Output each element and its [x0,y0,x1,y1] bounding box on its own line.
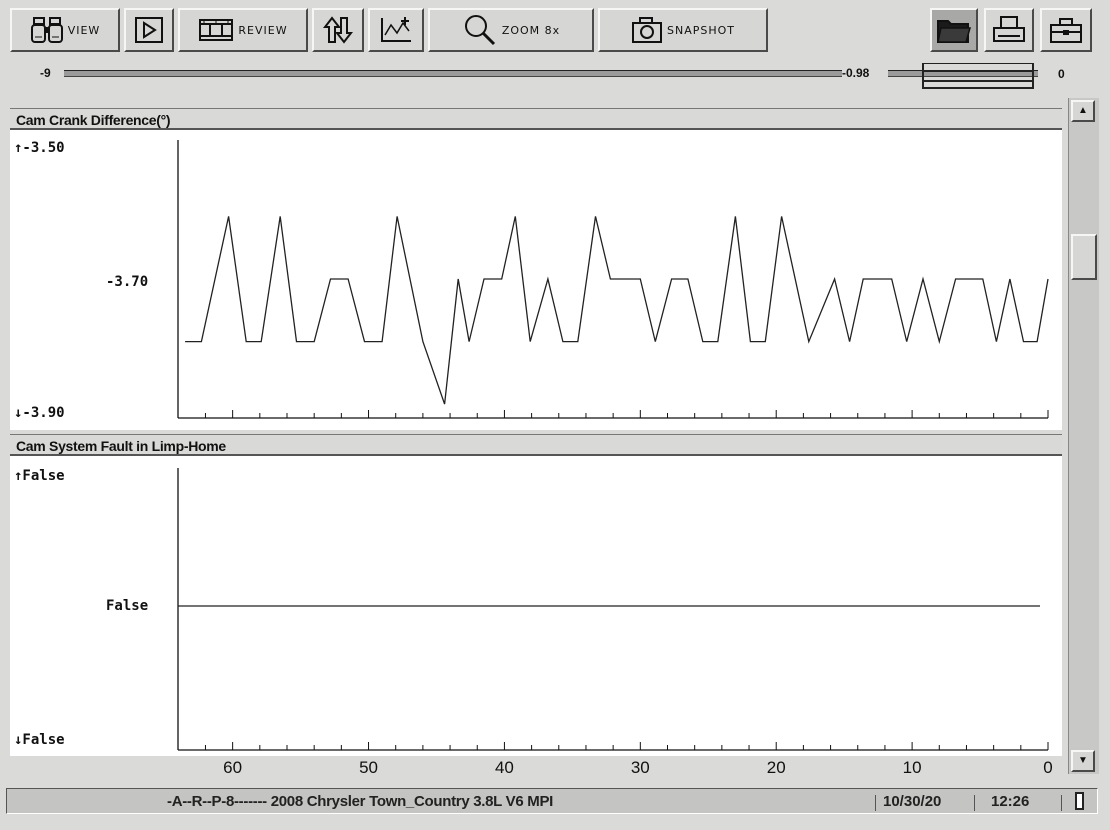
review-label: REVIEW [238,23,288,37]
play-button[interactable] [124,8,174,52]
x-axis-tick-label: 0 [1043,758,1053,777]
swap-traces-button[interactable] [312,8,364,52]
vehicle-id: -A--R--P-8------- 2008 Chrysler Town_Cou… [167,793,554,810]
toolbox-icon [1049,15,1083,45]
battery-icon [1075,792,1084,810]
open-folder-button[interactable] [930,8,978,52]
x-axis-tick-label: 60 [223,758,243,777]
x-axis-tick-label: 50 [359,758,378,777]
print-button[interactable] [984,8,1034,52]
snapshot-label: SNAPSHOT [666,23,735,37]
graph-area[interactable]: ↑-3.50 -3.70 ↓-3.90 [10,130,1062,430]
status-time: 12:26 [991,793,1030,810]
x-axis-tick-label: 30 [630,758,650,777]
status-divider [875,795,876,811]
cam-crank-series-line [185,216,1049,405]
tools-button[interactable] [1040,8,1092,52]
snapshot-button[interactable]: SNAPSHOT [598,8,768,52]
status-divider [1061,795,1062,811]
binoculars-icon [30,15,64,45]
scroll-up-button[interactable]: ▲ [1071,100,1095,122]
slider-max-value: 0 [1058,67,1065,81]
x-axis-tick-label: 10 [902,758,922,777]
graph-plus-icon [379,15,413,45]
x-axis-tick-label: 40 [494,758,514,777]
pane-title: Cam System Fault in Limp-Home [10,434,1062,456]
zoom-button[interactable]: ZOOM 8x [428,8,594,52]
scan-tool-window: VIEW REVIEW ZOOM 8x SNAPSHOT -9 -0.98 0 … [0,0,1110,830]
cam-crank-plot [177,140,1049,419]
up-arrow-icon: ▲ [1078,105,1088,116]
status-divider [974,795,975,811]
scroll-down-button[interactable]: ▼ [1071,750,1095,772]
film-strip-icon [198,17,234,43]
up-down-arrows-icon [323,15,353,45]
status-bar: -A--R--P-8------- 2008 Chrysler Town_Cou… [6,788,1098,814]
down-arrow-icon: ▼ [1078,755,1088,766]
scroll-thumb[interactable] [1071,234,1097,280]
pane-title: Cam Crank Difference(°) [10,108,1062,130]
folder-icon [936,15,972,45]
view-label: VIEW [67,23,101,37]
slider-thumb[interactable] [922,63,1034,89]
slider-track[interactable] [64,70,842,77]
limp-home-plot [177,468,1049,751]
printer-icon [992,15,1026,45]
status-date: 10/30/20 [883,793,942,810]
toolbar: VIEW REVIEW ZOOM 8x SNAPSHOT [0,0,1110,62]
review-button[interactable]: REVIEW [178,8,308,52]
graph-pane-limp-home[interactable]: Cam System Fault in Limp-Home ↑False Fal… [10,434,1062,756]
graph-options-button[interactable] [368,8,424,52]
zoom-label: ZOOM 8x [501,23,561,37]
view-button[interactable]: VIEW [10,8,120,52]
graph-pane-cam-crank[interactable]: Cam Crank Difference(°) ↑-3.50 -3.70 ↓-3… [10,108,1062,430]
camera-icon [631,16,663,44]
slider-current-value: -0.98 [842,66,870,80]
x-axis-tick-label: 20 [766,758,786,777]
vertical-scrollbar[interactable]: ▲ ▼ [1068,98,1099,774]
graph-area[interactable]: ↑False False ↓False [10,456,1062,756]
slider-min-value: -9 [40,66,51,80]
play-icon [134,16,164,44]
magnifier-icon [462,13,498,47]
